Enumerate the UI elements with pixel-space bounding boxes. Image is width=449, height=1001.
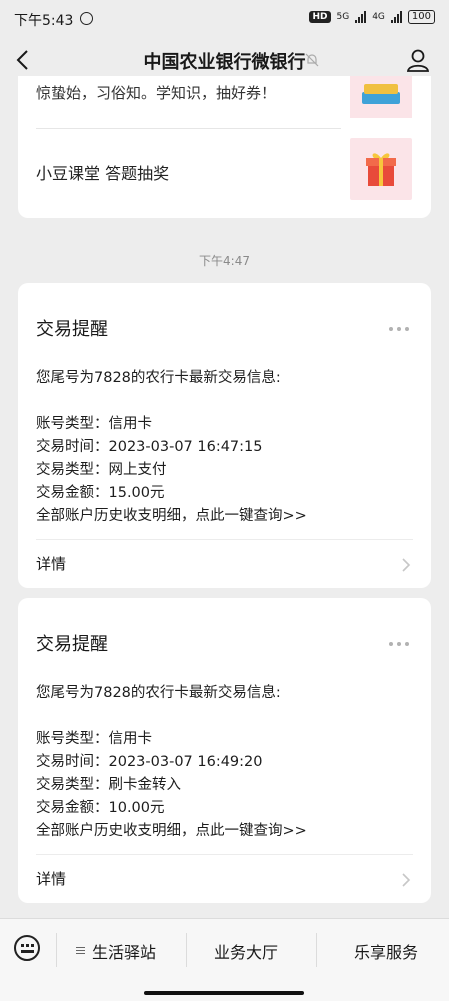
signal-icon	[390, 11, 402, 23]
menu-tab-business[interactable]: 业务大厅	[214, 939, 278, 963]
transaction-amount: 交易金额：10.00元	[36, 800, 165, 816]
divider	[36, 128, 341, 129]
promo-card[interactable]: 惊蛰始，习俗知。学知识，抽好券！ 小豆课堂 答题抽奖	[18, 76, 431, 218]
menu-tab-services[interactable]: 乐享服务	[354, 939, 418, 963]
network-4g-label: 4G	[372, 12, 385, 22]
transaction-card[interactable]: 交易提醒 您尾号为7828的农行卡最新交易信息: 账号类型：信用卡 交易时间：2…	[18, 598, 431, 903]
more-options-icon[interactable]	[389, 642, 409, 646]
transaction-time: 交易时间：2023-03-07 16:49:20	[36, 754, 263, 770]
menu-list-icon	[76, 947, 85, 954]
transaction-card[interactable]: 交易提醒 您尾号为7828的农行卡最新交易信息: 账号类型：信用卡 交易时间：2…	[18, 283, 431, 588]
history-link[interactable]: 全部账户历史收支明细，点此一键查询>>	[36, 820, 307, 843]
card-title: 交易提醒	[36, 634, 108, 655]
more-options-icon[interactable]	[389, 327, 409, 331]
chevron-right-icon	[402, 873, 411, 887]
transaction-type: 交易类型：刷卡金转入	[36, 777, 181, 793]
promo-item-title[interactable]: 惊蛰始，习俗知。学知识，抽好券！	[36, 82, 276, 103]
book-thumbnail	[350, 76, 412, 118]
intro-text: 您尾号为7828的农行卡最新交易信息:	[36, 685, 281, 701]
keyboard-icon[interactable]	[14, 935, 40, 961]
alarm-icon	[80, 12, 93, 25]
hd-badge: HD	[309, 11, 331, 23]
transaction-type: 交易类型：网上支付	[36, 462, 167, 478]
profile-icon[interactable]	[405, 47, 431, 73]
message-timestamp: 下午4:47	[199, 254, 250, 268]
status-icons: HD 5G 4G 100	[309, 10, 435, 24]
divider	[186, 933, 187, 967]
divider	[316, 933, 317, 967]
transaction-time: 交易时间：2023-03-07 16:47:15	[36, 439, 263, 455]
mute-bell-icon	[305, 53, 319, 67]
chevron-right-icon	[402, 558, 411, 572]
divider	[36, 854, 413, 855]
history-link[interactable]: 全部账户历史收支明细，点此一键查询>>	[36, 505, 307, 528]
account-type: 账号类型：信用卡	[36, 416, 152, 432]
account-type: 账号类型：信用卡	[36, 731, 152, 747]
card-body: 您尾号为7828的农行卡最新交易信息: 账号类型：信用卡 交易时间：2023-0…	[36, 682, 307, 843]
promo-item-title[interactable]: 小豆课堂 答题抽奖	[36, 160, 169, 184]
page-title: 中国农业银行微银行	[143, 52, 306, 73]
status-time: 下午5:43	[14, 13, 74, 29]
signal-icon	[355, 11, 367, 23]
network-5g-label: 5G	[336, 12, 350, 22]
detail-link[interactable]: 详情	[36, 553, 66, 574]
menu-tab-life[interactable]: 生活驿站	[92, 939, 156, 963]
card-title: 交易提醒	[36, 319, 108, 340]
detail-link[interactable]: 详情	[36, 868, 66, 889]
card-body: 您尾号为7828的农行卡最新交易信息: 账号类型：信用卡 交易时间：2023-0…	[36, 367, 307, 528]
bottom-menu: 生活驿站 业务大厅 乐享服务	[0, 918, 449, 1001]
intro-text: 您尾号为7828的农行卡最新交易信息:	[36, 370, 281, 386]
status-bar: 下午5:43 HD 5G 4G 100	[0, 0, 449, 38]
gift-thumbnail	[350, 138, 412, 200]
battery-icon: 100	[407, 10, 435, 24]
divider	[36, 539, 413, 540]
transaction-amount: 交易金额：15.00元	[36, 485, 165, 501]
home-indicator[interactable]	[144, 991, 304, 995]
divider	[56, 933, 57, 967]
